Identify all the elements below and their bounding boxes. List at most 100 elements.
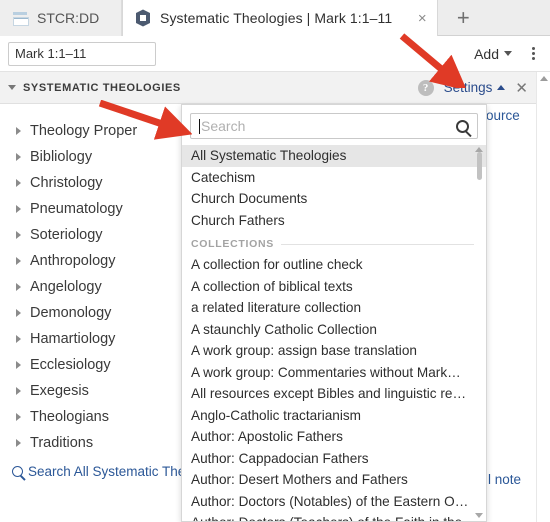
list-item[interactable]: Author: Apostolic Fathers (182, 426, 486, 448)
theology-tree: Theology Proper Bibliology Christology P… (0, 104, 200, 479)
list-item[interactable]: Author: Doctors (Teachers) of the Faith … (182, 512, 486, 521)
tab-systematic-theologies[interactable]: Systematic Theologies | Mark 1:1–11 × (122, 0, 439, 36)
tree-item-bibliology[interactable]: Bibliology (0, 144, 200, 170)
list-item[interactable]: Author: Cappadocian Fathers (182, 448, 486, 470)
list-item[interactable]: Church Fathers (182, 210, 486, 232)
divider (280, 243, 474, 245)
tree-item-christology[interactable]: Christology (0, 170, 200, 196)
chevron-right-icon (16, 257, 21, 265)
group-header-collections: COLLECTIONS (182, 234, 486, 254)
tree-item-label: Demonology (30, 305, 112, 321)
chevron-right-icon (16, 179, 21, 187)
text-cursor (199, 118, 200, 134)
close-panel-icon[interactable]: ✕ (515, 79, 528, 97)
list-item[interactable]: A collection for outline check (182, 254, 486, 276)
chevron-right-icon (16, 205, 21, 213)
list-item[interactable]: Church Documents (182, 188, 486, 210)
list-item[interactable]: All resources except Bibles and linguist… (182, 383, 486, 405)
tree-item-label: Soteriology (30, 227, 103, 243)
group-header-label: COLLECTIONS (191, 238, 274, 250)
list-item[interactable]: All Systematic Theologies (182, 145, 486, 167)
add-button[interactable]: Add (470, 43, 516, 65)
page-title: SYSTEMATIC THEOLOGIES (23, 81, 181, 94)
panel-header: SYSTEMATIC THEOLOGIES ? Settings ✕ (0, 72, 550, 104)
obscured-source-text[interactable]: ource (486, 108, 520, 123)
tree-item-theology-proper[interactable]: Theology Proper (0, 118, 200, 144)
chevron-right-icon (16, 127, 21, 135)
tab-bar: STCR:DD Systematic Theologies | Mark 1:1… (0, 0, 550, 36)
dropdown-search-wrap: Search (182, 105, 486, 145)
tree-item-label: Traditions (30, 435, 94, 451)
tab-label: Systematic Theologies | Mark 1:1–11 (160, 10, 393, 26)
tree-item-ecclesiology[interactable]: Ecclesiology (0, 352, 200, 378)
reference-input[interactable] (8, 41, 156, 66)
tree-item-traditions[interactable]: Traditions (0, 430, 200, 456)
document-stack-icon (12, 10, 29, 26)
tree-item-label: Pneumatology (30, 201, 123, 217)
tree-item-demonology[interactable]: Demonology (0, 300, 200, 326)
chevron-right-icon (16, 335, 21, 343)
panel-toolbar: Add (0, 36, 550, 72)
tree-item-soteriology[interactable]: Soteriology (0, 222, 200, 248)
list-item[interactable]: Author: Doctors (Notables) of the Easter… (182, 491, 486, 513)
list-item[interactable]: A staunchly Catholic Collection (182, 319, 486, 341)
chevron-up-icon (497, 85, 506, 90)
scrollbar-thumb[interactable] (477, 152, 482, 180)
hexagon-book-icon (135, 9, 151, 27)
list-item[interactable]: A collection of biblical texts (182, 276, 486, 298)
chevron-right-icon (16, 361, 21, 369)
chevron-down-icon[interactable] (8, 85, 16, 90)
search-all-link[interactable]: Search All Systematic The (0, 464, 200, 479)
settings-label: Settings (443, 80, 493, 95)
new-tab-button[interactable]: + (438, 0, 489, 35)
list-item[interactable]: Catechism (182, 167, 486, 189)
chevron-right-icon (16, 309, 21, 317)
tree-item-exegesis[interactable]: Exegesis (0, 378, 200, 404)
scroll-down-arrow-icon[interactable] (475, 513, 483, 518)
close-icon[interactable]: × (413, 11, 431, 26)
tab-stcr-dd[interactable]: STCR:DD (0, 0, 122, 36)
help-icon[interactable]: ? (417, 79, 434, 96)
dropdown-list[interactable]: All Systematic Theologies Catechism Chur… (182, 145, 486, 521)
chevron-down-icon (504, 51, 512, 56)
chevron-right-icon (16, 283, 21, 291)
list-item[interactable]: A work group: Commentaries without Mark… (182, 362, 486, 384)
scroll-up-arrow-icon[interactable] (540, 76, 548, 81)
list-item[interactable]: a related literature collection (182, 297, 486, 319)
list-item[interactable]: Anglo-Catholic tractarianism (182, 405, 486, 427)
panel-header-actions: ? Settings ✕ (417, 79, 550, 97)
tree-item-label: Christology (30, 175, 103, 191)
panel-scrollbar[interactable] (536, 72, 550, 522)
tree-item-theologians[interactable]: Theologians (0, 404, 200, 430)
obscured-note-text[interactable]: l note (488, 472, 521, 487)
tree-item-label: Ecclesiology (30, 357, 111, 373)
tree-item-label: Exegesis (30, 383, 89, 399)
list-item[interactable]: Author: Desert Mothers and Fathers (182, 469, 486, 491)
dropdown-search-input[interactable]: Search (190, 113, 478, 139)
tree-item-hamartiology[interactable]: Hamartiology (0, 326, 200, 352)
tree-item-pneumatology[interactable]: Pneumatology (0, 196, 200, 222)
settings-link[interactable]: Settings (444, 80, 506, 95)
search-icon (12, 466, 23, 477)
chevron-right-icon (16, 387, 21, 395)
chevron-right-icon (16, 413, 21, 421)
chevron-right-icon (16, 231, 21, 239)
toolbar-right-group: Add (470, 43, 550, 65)
tree-item-label: Anthropology (30, 253, 116, 269)
tree-item-label: Angelology (30, 279, 102, 295)
dropdown-scrollbar[interactable] (474, 145, 484, 521)
search-placeholder: Search (201, 118, 246, 134)
tree-item-label: Theologians (30, 409, 109, 425)
search-all-label: Search All Systematic The (28, 464, 186, 479)
tree-item-anthropology[interactable]: Anthropology (0, 248, 200, 274)
app-window: STCR:DD Systematic Theologies | Mark 1:1… (0, 0, 550, 522)
settings-dropdown: Search All Systematic Theologies Catechi… (181, 104, 487, 522)
list-item[interactable]: A work group: assign base translation (182, 340, 486, 362)
add-button-label: Add (474, 45, 499, 62)
tree-item-angelology[interactable]: Angelology (0, 274, 200, 300)
search-icon[interactable] (456, 119, 469, 133)
tab-label: STCR:DD (37, 10, 100, 26)
overflow-menu-button[interactable] (524, 43, 542, 65)
chevron-right-icon (16, 153, 21, 161)
tree-item-label: Bibliology (30, 149, 93, 165)
